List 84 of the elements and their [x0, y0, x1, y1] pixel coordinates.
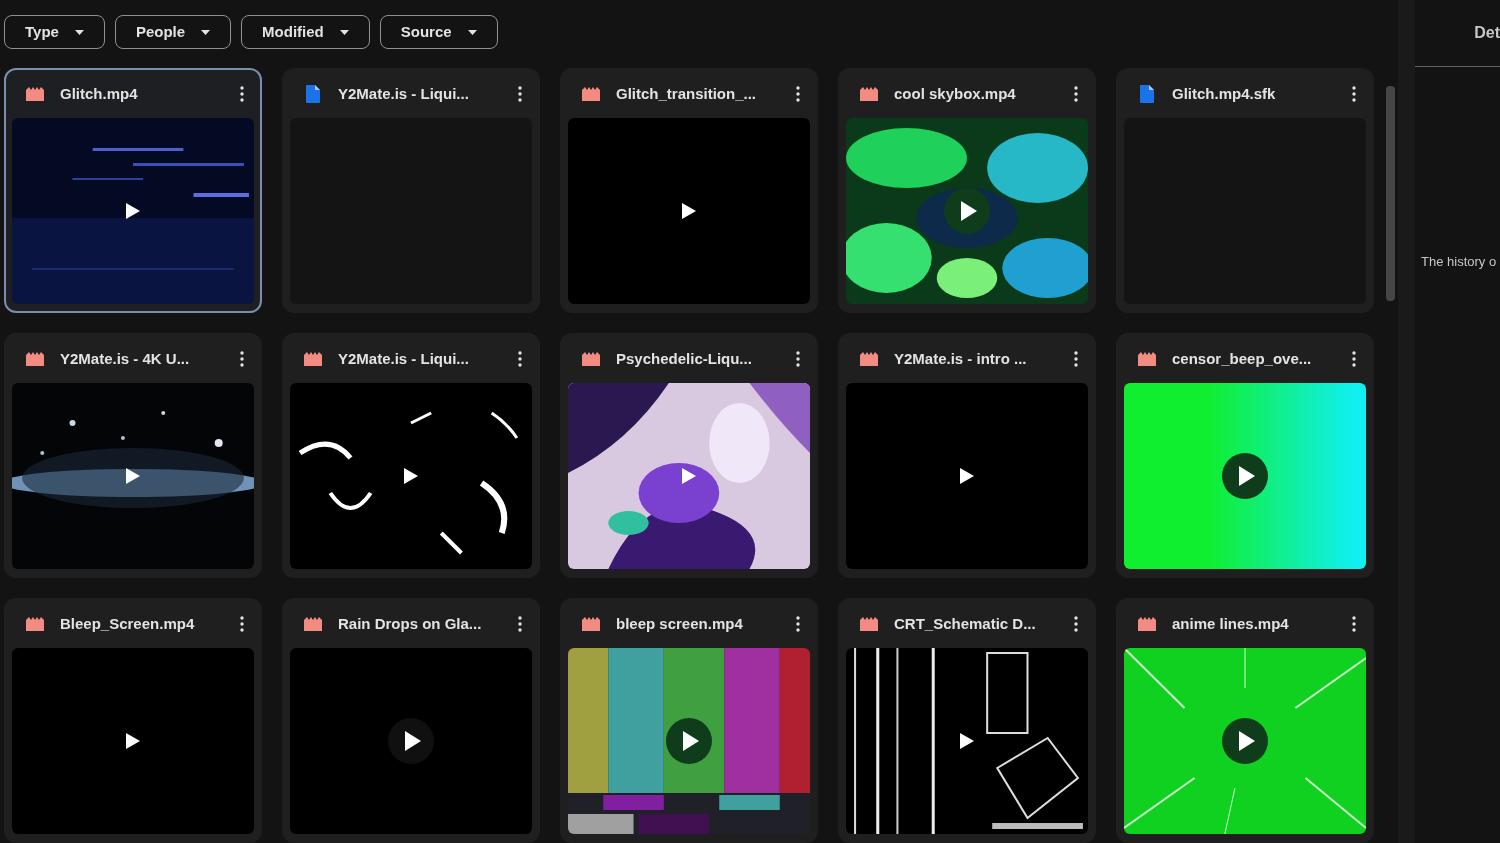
- more-options-icon[interactable]: [796, 351, 800, 367]
- film-icon: [1138, 617, 1156, 631]
- file-card[interactable]: Glitch.mp4: [4, 68, 262, 313]
- film-icon: [26, 87, 44, 101]
- more-options-icon[interactable]: [796, 86, 800, 102]
- file-card[interactable]: CRT_Schematic D...: [838, 598, 1096, 843]
- play-icon[interactable]: [959, 467, 975, 485]
- more-options-icon[interactable]: [240, 86, 244, 102]
- file-card[interactable]: Bleep_Screen.mp4: [4, 598, 262, 843]
- document-icon: [1140, 85, 1154, 103]
- play-icon[interactable]: [944, 188, 990, 234]
- filter-dropdown[interactable]: Source: [379, 15, 498, 49]
- file-name: Y2Mate.is - 4K U...: [60, 348, 191, 369]
- play-icon[interactable]: [681, 202, 697, 220]
- file-name: Y2Mate.is - Liqui...: [338, 83, 470, 104]
- film-icon: [860, 87, 878, 101]
- file-card[interactable]: bleep screen.mp4: [560, 598, 818, 843]
- play-icon[interactable]: [125, 732, 141, 750]
- film-icon: [304, 352, 322, 366]
- more-options-icon[interactable]: [1352, 616, 1356, 632]
- more-options-icon[interactable]: [518, 616, 522, 632]
- file-name: bleep screen.mp4: [616, 613, 744, 634]
- film-icon: [582, 87, 600, 101]
- file-card[interactable]: Y2Mate.is - 4K U...: [4, 333, 262, 578]
- caret-icon: [339, 29, 349, 35]
- more-options-icon[interactable]: [1352, 351, 1356, 367]
- panel-title: Det: [1474, 23, 1500, 43]
- file-name: Y2Mate.is - Liqui...: [338, 348, 470, 369]
- filter-dropdown[interactable]: People: [114, 15, 232, 49]
- file-name: Y2Mate.is - intro ...: [894, 348, 1028, 369]
- file-card[interactable]: censor_beep_ove...: [1116, 333, 1374, 578]
- play-icon[interactable]: [388, 718, 434, 764]
- more-options-icon[interactable]: [796, 616, 800, 632]
- file-name: Glitch_transition_...: [616, 83, 758, 104]
- file-card[interactable]: Y2Mate.is - intro ...: [838, 333, 1096, 578]
- film-icon: [860, 352, 878, 366]
- file-card[interactable]: Rain Drops on Gla...: [282, 598, 540, 843]
- file-card[interactable]: Glitch.mp4.sfk: [1116, 68, 1374, 313]
- file-name: Psychedelic-Liqu...: [616, 348, 753, 369]
- file-name: Rain Drops on Gla...: [338, 613, 483, 634]
- caret-icon: [467, 29, 477, 35]
- file-name: cool skybox.mp4: [894, 83, 1017, 104]
- play-icon[interactable]: [666, 718, 712, 764]
- play-icon[interactable]: [125, 202, 141, 220]
- more-options-icon[interactable]: [1352, 86, 1356, 102]
- film-icon: [304, 617, 322, 631]
- play-icon[interactable]: [959, 732, 975, 750]
- play-icon[interactable]: [681, 467, 697, 485]
- file-card[interactable]: Glitch_transition_...: [560, 68, 818, 313]
- filter-dropdown[interactable]: Modified: [241, 15, 370, 49]
- file-name: Glitch.mp4.sfk: [1172, 83, 1277, 104]
- play-icon[interactable]: [1222, 453, 1268, 499]
- more-options-icon[interactable]: [240, 616, 244, 632]
- file-card[interactable]: Psychedelic-Liqu...: [560, 333, 818, 578]
- file-name: CRT_Schematic D...: [894, 613, 1037, 634]
- file-card[interactable]: Y2Mate.is - Liqui...: [282, 333, 540, 578]
- film-icon: [582, 617, 600, 631]
- play-icon[interactable]: [403, 467, 419, 485]
- file-name: Glitch.mp4: [60, 83, 139, 104]
- document-icon: [306, 85, 320, 103]
- filter-dropdown[interactable]: Type: [4, 15, 105, 49]
- more-options-icon[interactable]: [1074, 616, 1078, 632]
- more-options-icon[interactable]: [518, 351, 522, 367]
- file-name: Bleep_Screen.mp4: [60, 613, 196, 634]
- file-card[interactable]: anime lines.mp4: [1116, 598, 1374, 843]
- history-text: The history o: [1421, 253, 1498, 271]
- play-icon[interactable]: [1222, 718, 1268, 764]
- file-name: censor_beep_ove...: [1172, 348, 1313, 369]
- play-icon[interactable]: [125, 467, 141, 485]
- film-icon: [860, 617, 878, 631]
- more-options-icon[interactable]: [518, 86, 522, 102]
- scrollbar[interactable]: [1386, 86, 1395, 301]
- more-options-icon[interactable]: [1074, 86, 1078, 102]
- more-options-icon[interactable]: [240, 351, 244, 367]
- caret-icon: [201, 29, 211, 35]
- file-card[interactable]: Y2Mate.is - Liqui...: [282, 68, 540, 313]
- film-icon: [26, 617, 44, 631]
- film-icon: [1138, 352, 1156, 366]
- caret-icon: [74, 29, 84, 35]
- more-options-icon[interactable]: [1074, 351, 1078, 367]
- film-icon: [26, 352, 44, 366]
- film-icon: [582, 352, 600, 366]
- file-card[interactable]: cool skybox.mp4: [838, 68, 1096, 313]
- file-name: anime lines.mp4: [1172, 613, 1290, 634]
